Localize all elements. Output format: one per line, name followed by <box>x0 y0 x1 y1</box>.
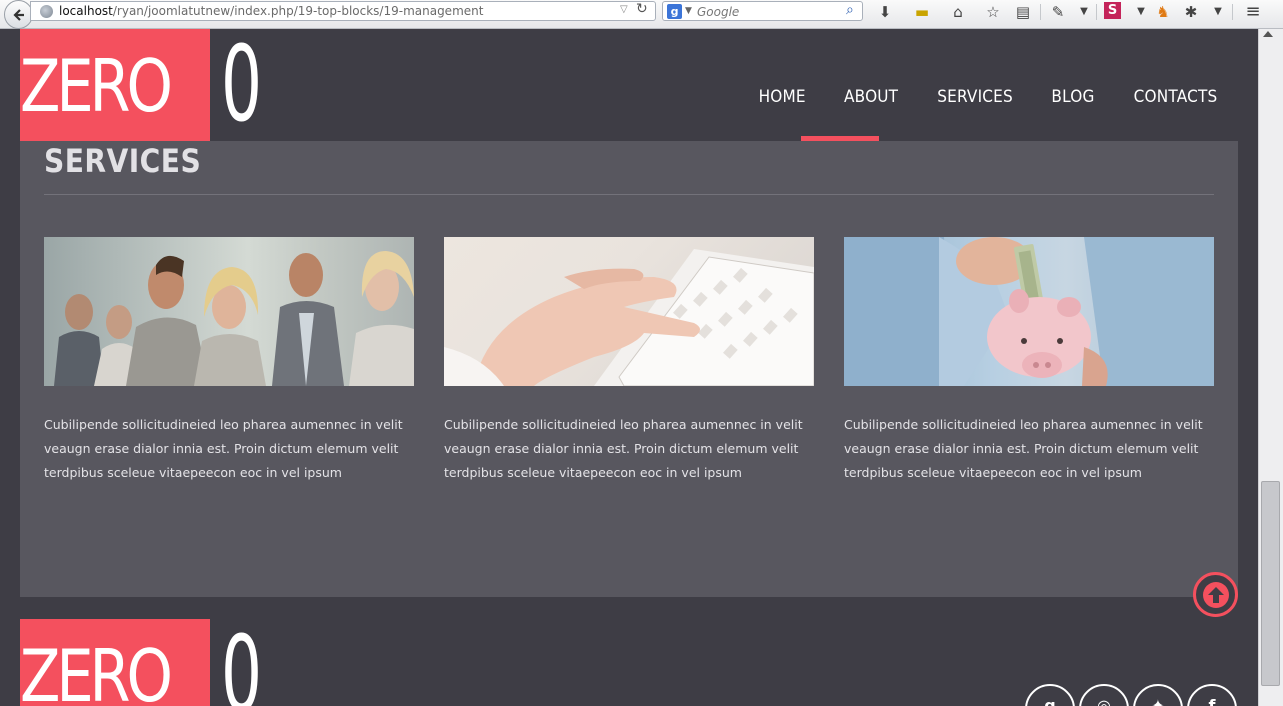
reader-icon[interactable]: ▬ <box>912 2 932 22</box>
logo-number[interactable]: 0 <box>221 32 262 136</box>
title-divider <box>44 194 1214 195</box>
keyboard-typing-photo <box>444 237 814 386</box>
google-engine-icon[interactable]: g <box>667 4 682 19</box>
pinterest-icon[interactable]: ◎ <box>1079 684 1129 706</box>
eyedropper-icon[interactable]: ✎ <box>1048 2 1068 22</box>
business-team-photo <box>44 237 414 386</box>
engine-dropdown-icon[interactable]: ▼ <box>685 6 692 16</box>
service-card: Cubilipende sollicitudineied leo pharea … <box>844 237 1214 485</box>
services-panel: SERVICES Cubilipende sollicitudineied le… <box>20 141 1238 597</box>
footer-logo-number[interactable]: 0 <box>221 622 262 706</box>
piggy-bank-photo <box>844 237 1214 386</box>
service-description: Cubilipende sollicitudineied leo pharea … <box>844 417 1203 480</box>
service-card: Cubilipende sollicitudineied leo pharea … <box>444 237 814 485</box>
back-button[interactable] <box>4 0 33 29</box>
back-arrow-icon <box>12 8 24 21</box>
dropdown-icon[interactable]: ▼ <box>1074 2 1094 22</box>
facebook-icon[interactable]: f <box>1187 684 1237 706</box>
nav-services[interactable]: SERVICES <box>923 86 1027 108</box>
bookmark-star-icon[interactable]: ☆ <box>983 2 1003 22</box>
reload-icon[interactable]: ↻ <box>636 1 648 17</box>
footer-logo-text[interactable]: ZERO <box>20 632 173 706</box>
nav-blog[interactable]: BLOG <box>1037 86 1109 108</box>
arrow-up-icon <box>1202 581 1229 608</box>
scroll-up-arrow-icon[interactable] <box>1263 31 1273 37</box>
page-scrollbar[interactable] <box>1258 29 1283 706</box>
service-description: Cubilipende sollicitudineied leo pharea … <box>44 417 403 480</box>
globe-icon <box>40 5 53 18</box>
service-description: Cubilipende sollicitudineied leo pharea … <box>444 417 803 480</box>
scrollbar-thumb[interactable] <box>1261 481 1280 686</box>
s-extension-icon[interactable]: S <box>1104 2 1121 19</box>
url-path: /ryan/joomlatutnew/index.php/19-top-bloc… <box>112 4 484 18</box>
nav-about[interactable]: ABOUT <box>829 86 912 108</box>
main-nav: HOME ABOUT SERVICES BLOG CONTACTS <box>740 86 1238 108</box>
toolbar-divider <box>1096 4 1097 20</box>
back-to-top-button[interactable] <box>1193 572 1238 617</box>
url-history-dropdown-icon[interactable]: ▽ <box>620 4 628 15</box>
nav-contacts[interactable]: CONTACTS <box>1119 86 1232 108</box>
menu-icon[interactable]: ≡ <box>1243 2 1263 22</box>
bug-extension-icon[interactable]: ✱ <box>1181 2 1201 22</box>
toolbar-divider <box>1040 4 1041 20</box>
google-plus-icon[interactable]: g <box>1025 684 1075 706</box>
nav-home[interactable]: HOME <box>745 86 821 108</box>
logo-text[interactable]: ZERO <box>20 42 173 130</box>
download-icon[interactable]: ⬇ <box>875 2 895 22</box>
section-title: SERVICES <box>44 142 202 180</box>
search-icon[interactable]: ⌕ <box>846 2 854 18</box>
home-icon[interactable]: ⌂ <box>948 2 968 22</box>
search-input[interactable]: Google <box>697 3 739 21</box>
twitter-icon[interactable]: ✦ <box>1133 684 1183 706</box>
browser-toolbar: localhost/ryan/joomlatutnew/index.php/19… <box>0 0 1283 29</box>
dropdown-icon[interactable]: ▼ <box>1131 2 1151 22</box>
url-bar[interactable]: localhost/ryan/joomlatutnew/index.php/19… <box>30 1 656 21</box>
service-card: Cubilipende sollicitudineied leo pharea … <box>44 237 414 485</box>
dropdown-icon[interactable]: ▼ <box>1208 2 1228 22</box>
fox-extension-icon[interactable]: ♞ <box>1153 2 1173 22</box>
search-bar[interactable]: g ▼ Google ⌕ <box>662 1 863 21</box>
bookmarks-list-icon[interactable]: ▤ <box>1013 2 1033 22</box>
url-host: localhost <box>59 4 113 18</box>
toolbar-divider <box>1232 4 1233 20</box>
